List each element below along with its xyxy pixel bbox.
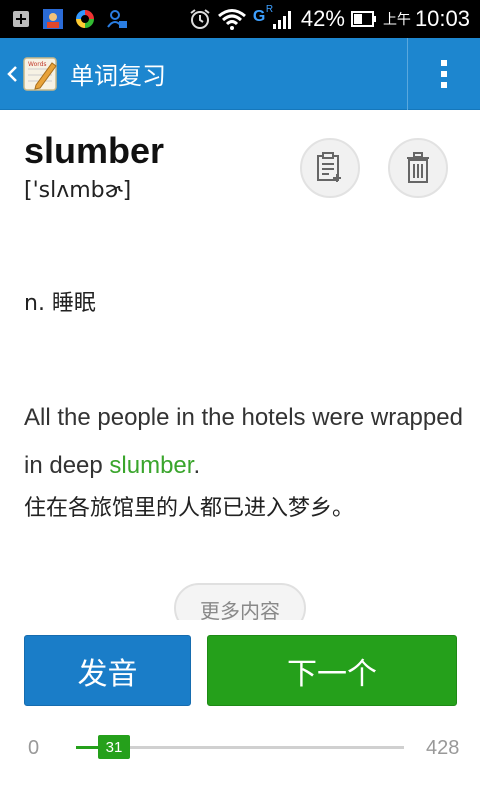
page-title: 单词复习	[70, 62, 166, 90]
pronounce-button[interactable]: 发音	[24, 635, 191, 706]
word-title: slumber	[24, 130, 165, 171]
signal-g-icon: G R	[253, 4, 295, 30]
alarm-icon	[189, 8, 211, 30]
status-bar: G R 42% 上午 10:03	[0, 0, 480, 38]
wifi-icon	[217, 8, 247, 30]
word-meaning: n. 睡眠	[24, 291, 96, 316]
back-button[interactable]: Words	[0, 38, 60, 109]
lock-person-icon	[106, 8, 128, 30]
logo-text: Words	[28, 61, 47, 68]
progress-min: 0	[28, 737, 40, 759]
progress-thumb[interactable]: 31	[98, 735, 130, 759]
example-text-after: .	[193, 452, 201, 479]
clock-ampm: 上午	[382, 12, 411, 28]
example-sentence: All the people in the hotels were wrappe…	[24, 394, 464, 490]
battery-percent: 42%	[300, 6, 345, 31]
action-bar: Words 单词复习	[0, 38, 480, 110]
clock-time: 10:03	[414, 6, 470, 31]
chevron-left-icon	[7, 65, 17, 82]
contacts-app-icon	[42, 8, 64, 30]
battery-icon	[350, 8, 377, 30]
delete-word-button[interactable]	[388, 138, 448, 198]
example-translation: 住在各旅馆里的人都已进入梦乡。	[24, 496, 355, 521]
overflow-menu-button[interactable]	[408, 38, 480, 110]
phonetic: ['slʌmbɚ]	[24, 178, 132, 203]
system-indicators: G R 42% 上午 10:03	[189, 4, 480, 32]
trash-icon	[407, 152, 429, 183]
add-note-icon	[317, 152, 341, 182]
progress-max: 428	[426, 737, 460, 759]
add-to-notebook-button[interactable]	[300, 138, 360, 198]
example-highlight: slumber	[109, 452, 194, 479]
notification-icons	[0, 8, 128, 30]
sync-app-icon	[74, 8, 96, 30]
add-box-icon	[10, 8, 32, 30]
app-logo-icon: Words	[23, 56, 57, 91]
progress-fill	[76, 746, 100, 749]
example-text-before: All the people in the hotels were wrappe…	[24, 404, 463, 479]
next-word-button[interactable]: 下一个	[207, 635, 457, 706]
overflow-menu-icon	[441, 60, 447, 88]
